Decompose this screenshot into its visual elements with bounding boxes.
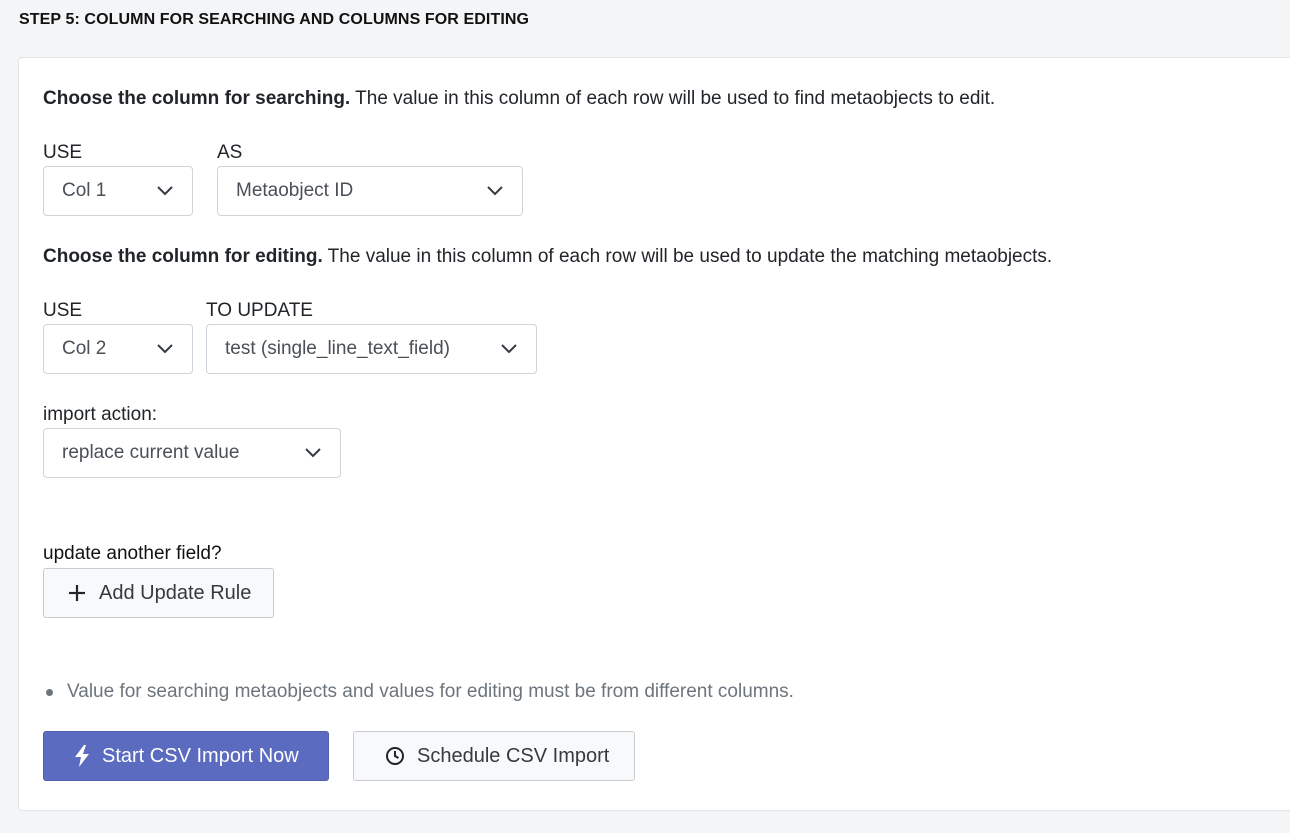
update-another-field-label: update another field? <box>43 543 222 564</box>
add-update-rule-label: Add Update Rule <box>99 581 252 604</box>
search-use-label: USE <box>43 142 83 163</box>
import-action-label: import action: <box>43 404 158 425</box>
edit-column-select[interactable]: Col 2 <box>43 324 193 374</box>
import-action-value: replace current value <box>62 442 240 463</box>
to-update-label: TO UPDATE <box>206 300 313 321</box>
search-column-select[interactable]: Col 1 <box>43 166 193 216</box>
plus-icon <box>69 585 85 601</box>
to-update-value: test (single_line_text_field) <box>225 338 450 359</box>
validation-note-text: Value for searching metaobjects and valu… <box>67 681 794 702</box>
chevron-down-icon <box>487 186 503 196</box>
step-title: STEP 5: COLUMN FOR SEARCHING AND COLUMNS… <box>19 11 530 28</box>
search-as-select[interactable]: Metaobject ID <box>217 166 523 216</box>
searching-heading: Choose the column for searching. The val… <box>43 88 995 110</box>
chevron-down-icon <box>305 448 321 458</box>
editing-heading: Choose the column for editing. The value… <box>43 246 1052 268</box>
to-update-select[interactable]: test (single_line_text_field) <box>206 324 537 374</box>
bullet-icon <box>46 688 53 696</box>
add-update-rule-button[interactable]: Add Update Rule <box>43 568 274 618</box>
step-card: Choose the column for searching. The val… <box>18 57 1290 811</box>
editing-heading-text: The value in this column of each row wil… <box>322 246 1053 267</box>
import-action-select[interactable]: replace current value <box>43 428 341 478</box>
editing-heading-bold: Choose the column for editing. <box>43 246 323 267</box>
searching-heading-text: The value in this column of each row wil… <box>350 88 996 109</box>
schedule-import-button[interactable]: Schedule CSV Import <box>353 731 635 781</box>
bolt-icon <box>75 745 89 767</box>
search-as-value: Metaobject ID <box>236 180 354 201</box>
searching-heading-bold: Choose the column for searching. <box>43 88 351 109</box>
schedule-import-label: Schedule CSV Import <box>417 744 610 767</box>
clock-icon <box>386 747 404 765</box>
start-import-label: Start CSV Import Now <box>102 744 299 767</box>
search-as-label: AS <box>217 142 243 163</box>
chevron-down-icon <box>501 344 517 354</box>
start-import-button[interactable]: Start CSV Import Now <box>43 731 329 781</box>
chevron-down-icon <box>157 344 173 354</box>
validation-note: Value for searching metaobjects and valu… <box>43 681 794 703</box>
chevron-down-icon <box>157 186 173 196</box>
edit-use-label: USE <box>43 300 83 321</box>
